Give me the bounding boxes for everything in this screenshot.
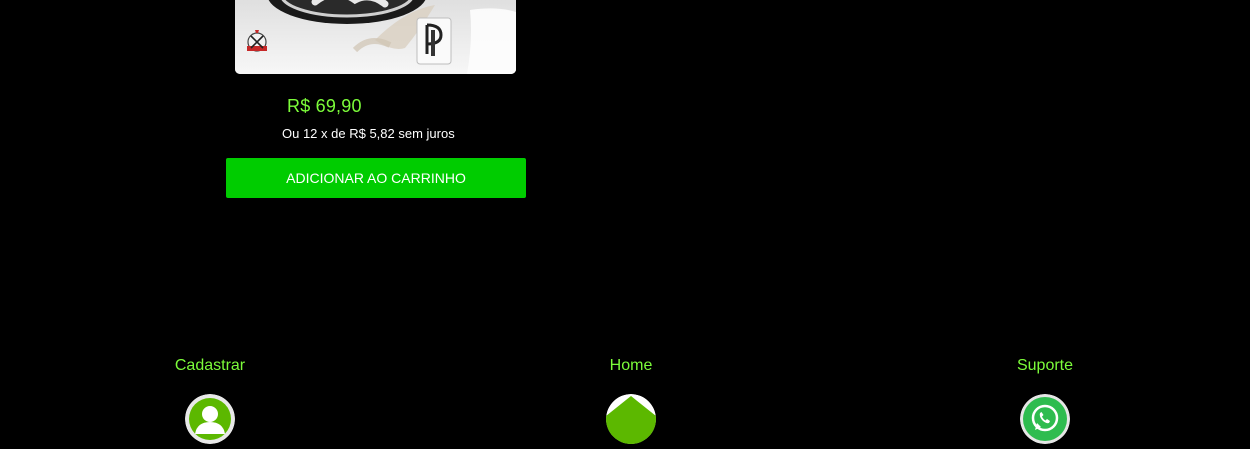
home-icon[interactable] bbox=[606, 394, 656, 444]
footer-cadastrar[interactable]: Cadastrar bbox=[140, 356, 280, 444]
whatsapp-icon[interactable] bbox=[1020, 394, 1070, 444]
add-to-cart-button[interactable]: ADICIONAR AO CARRINHO bbox=[226, 158, 526, 198]
footer-home[interactable]: Home bbox=[561, 356, 701, 444]
product-image[interactable] bbox=[235, 0, 516, 74]
footer-cadastrar-label: Cadastrar bbox=[174, 357, 246, 374]
product-price: R$ 69,90 bbox=[287, 96, 362, 116]
footer-home-label: Home bbox=[609, 357, 653, 374]
installment-info: Ou 12 x de R$ 5,82 sem juros bbox=[282, 126, 455, 141]
user-avatar-icon[interactable] bbox=[185, 394, 235, 444]
footer-suporte[interactable]: Suporte bbox=[975, 356, 1115, 444]
footer-suporte-label: Suporte bbox=[1016, 357, 1074, 374]
